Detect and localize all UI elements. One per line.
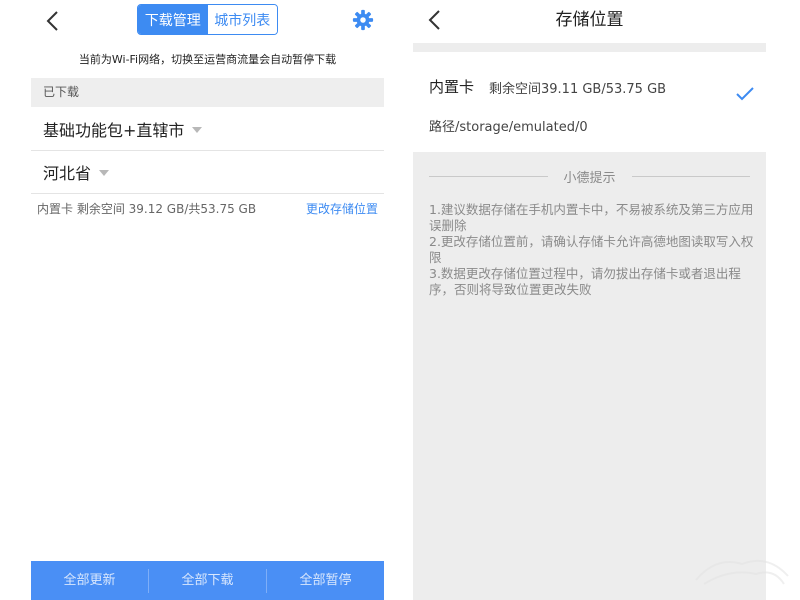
dropdown-caret-icon xyxy=(99,170,110,176)
section-header-downloaded: 已下载 xyxy=(31,78,384,107)
tips-body: 1.建议数据存储在手机内置卡中，不易被系统及第三方应用误删除 2.更改存储位置前… xyxy=(429,202,754,298)
bottom-action-bar: 全部更新 全部下载 全部暂停 xyxy=(31,561,384,600)
storage-space: 剩余空间39.11 GB/53.75 GB xyxy=(489,82,667,97)
top-bar: 存储位置 xyxy=(413,0,766,43)
tips-title: 小德提示 xyxy=(563,170,616,186)
top-bar: 下载管理 城市列表 xyxy=(31,0,384,44)
page-title: 存储位置 xyxy=(555,10,624,30)
back-arrow-icon[interactable] xyxy=(41,9,65,33)
checkmark-icon xyxy=(736,87,754,101)
tips-header: 小德提示 xyxy=(429,166,751,186)
update-all-button[interactable]: 全部更新 xyxy=(31,561,148,600)
storage-location-screen: 存储位置 内置卡 剩余空间39.11 GB/53.75 GB 路径/storag… xyxy=(413,0,766,600)
list-item-label: 基础功能包+直辖市 xyxy=(43,121,185,140)
list-item-hebei[interactable]: 河北省 xyxy=(31,151,384,194)
storage-option-internal[interactable]: 内置卡 剩余空间39.11 GB/53.75 GB 路径/storage/emu… xyxy=(413,52,766,152)
storage-summary: 内置卡 剩余空间 39.12 GB/共53.75 GB 更改存储位置 xyxy=(31,199,384,217)
dropdown-caret-icon xyxy=(192,127,203,133)
pause-all-button[interactable]: 全部暂停 xyxy=(267,561,384,600)
download-manager-screen: 下载管理 城市列表 当前为Wi-Fi网络，切换至运营商流量会自动暂停下载 已下载… xyxy=(31,0,384,600)
storage-path: 路径/storage/emulated/0 xyxy=(429,120,588,135)
divider xyxy=(429,175,548,177)
tab-city-list[interactable]: 城市列表 xyxy=(207,5,277,34)
watermark-logo xyxy=(695,560,789,585)
list-item-label: 河北省 xyxy=(43,164,92,183)
gear-icon[interactable] xyxy=(352,9,374,31)
tip-item: 3.数据更改存储位置过程中，请勿拔出存储卡或者退出程序，否则将导致位置更改失败 xyxy=(429,266,741,297)
change-storage-link[interactable]: 更改存储位置 xyxy=(306,200,378,217)
tip-item: 2.更改存储位置前，请确认存储卡允许高德地图读取写入权限 xyxy=(429,234,754,265)
list-item-basic-package[interactable]: 基础功能包+直辖市 xyxy=(31,108,384,151)
tab-download-manage[interactable]: 下载管理 xyxy=(138,5,208,34)
segmented-tabs: 下载管理 城市列表 xyxy=(137,4,278,35)
storage-info: 内置卡 剩余空间 39.12 GB/共53.75 GB xyxy=(37,201,257,216)
wifi-notice: 当前为Wi-Fi网络，切换至运营商流量会自动暂停下载 xyxy=(78,53,337,66)
tip-item: 1.建议数据存储在手机内置卡中，不易被系统及第三方应用误删除 xyxy=(429,202,754,233)
storage-name: 内置卡 xyxy=(429,78,475,96)
divider xyxy=(631,175,751,177)
download-all-button[interactable]: 全部下载 xyxy=(149,561,266,600)
